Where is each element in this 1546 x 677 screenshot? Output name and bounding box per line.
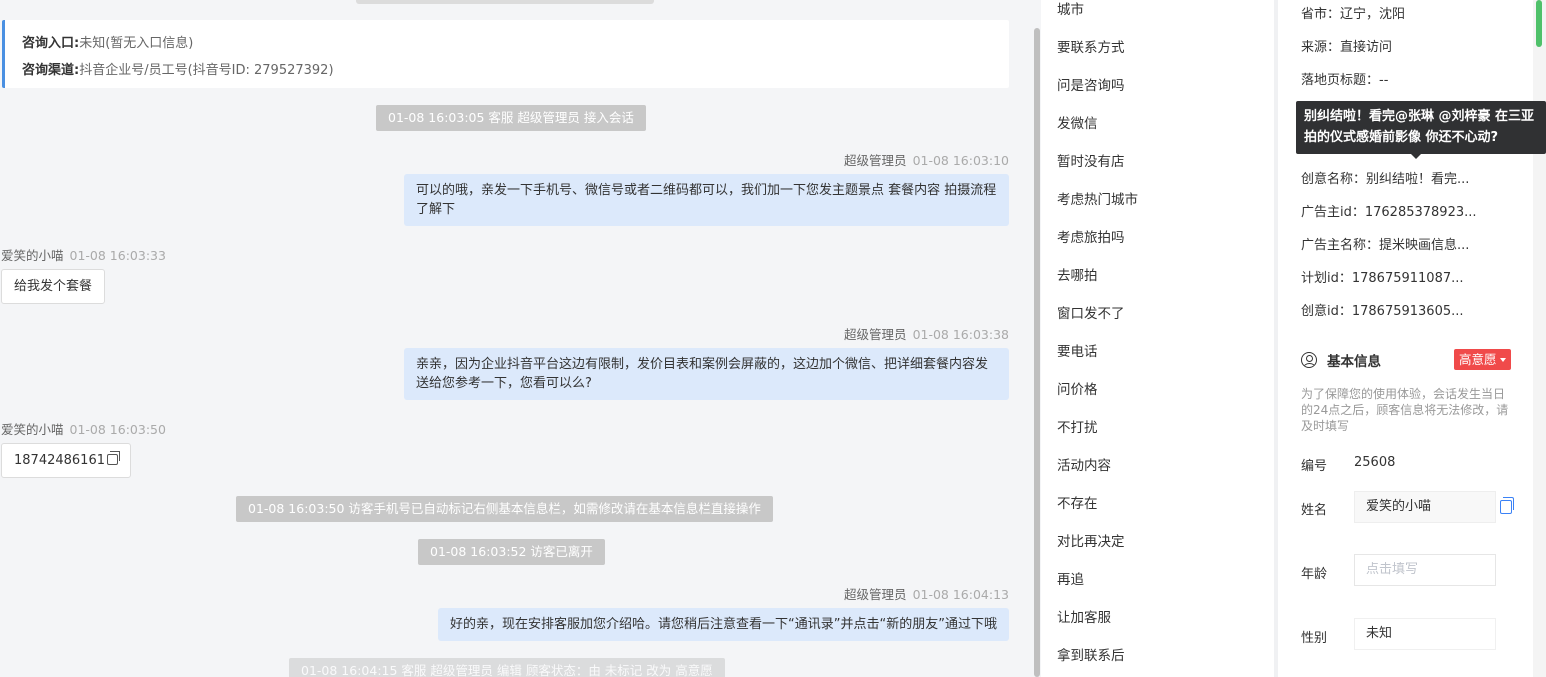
quick-reply-item[interactable]: 问价格	[1057, 378, 1098, 398]
sender-name: 超级管理员	[844, 587, 907, 602]
creative-name-row[interactable]: 创意名称：别纠结啦！看完...	[1301, 168, 1469, 187]
quick-reply-item[interactable]: 发微信	[1057, 112, 1098, 132]
channel-row: 咨询渠道:抖音企业号/员工号(抖音号ID: 279527392)	[22, 57, 1009, 84]
id-label: 编号	[1301, 459, 1328, 474]
quick-reply-item[interactable]: 对比再决定	[1057, 530, 1125, 550]
copy-icon[interactable]	[106, 451, 120, 465]
quick-reply-item[interactable]: 要电话	[1057, 340, 1098, 360]
quick-reply-item[interactable]: 城市	[1057, 0, 1084, 18]
quick-reply-item[interactable]: 去哪拍	[1057, 264, 1098, 284]
name-field[interactable]: 爱笑的小喵	[1354, 491, 1496, 523]
user-icon	[1301, 352, 1317, 368]
basic-info-title: 基本信息	[1301, 350, 1381, 370]
advertiser-name-row[interactable]: 广告主名称：提米映画信息...	[1301, 234, 1469, 253]
message-meta: 爱笑的小喵 01-08 16:03:50	[1, 419, 166, 438]
quick-reply-item[interactable]: 考虑热门城市	[1057, 188, 1138, 208]
creative-id-row[interactable]: 创意id：178675913605...	[1301, 300, 1464, 319]
intent-dropdown[interactable]: 高意愿	[1454, 349, 1511, 370]
chat-scrollbar-thumb[interactable]	[1034, 28, 1040, 677]
age-input[interactable]	[1366, 562, 1486, 577]
source-row: 来源：直接访问	[1301, 40, 1393, 55]
message-meta: 爱笑的小喵 01-08 16:03:33	[1, 245, 166, 264]
quick-reply-item[interactable]: 要联系方式	[1057, 36, 1125, 56]
system-message-edit: 01-08 16:04:15 客服 超级管理员 编辑 顾客状态：由 未标记 改为…	[289, 658, 725, 677]
entry-value: 未知(暂无入口信息)	[79, 36, 194, 51]
edit-notice: 为了保障您的使用体验，会话发生当日的24点之后，顾客信息将无法修改，请及时填写	[1301, 387, 1509, 433]
quick-reply-item[interactable]: 让加客服	[1057, 606, 1111, 626]
message-meta: 超级管理员 01-08 16:03:38	[844, 324, 1009, 343]
sender-name: 超级管理员	[844, 327, 907, 342]
quick-reply-item[interactable]: 问是咨询吗	[1057, 74, 1125, 94]
quick-reply-item[interactable]: 暂时没有店	[1057, 150, 1125, 170]
message-meta: 超级管理员 01-08 16:03:10	[844, 150, 1009, 169]
quick-reply-item[interactable]: 不打扰	[1057, 416, 1098, 436]
message-time: 01-08 16:04:13	[912, 587, 1009, 602]
basic-info-title-text: 基本信息	[1327, 354, 1381, 370]
incoming-phone-message[interactable]: 18742486161	[1, 443, 131, 478]
copy-icon[interactable]	[1500, 497, 1514, 514]
landing-title-row: 落地页标题：--	[1301, 73, 1389, 88]
id-value: 25608	[1354, 455, 1396, 470]
caret-down-icon	[1499, 358, 1506, 362]
message-time: 01-08 16:03:50	[69, 422, 166, 437]
quick-reply-item[interactable]: 再追	[1057, 568, 1084, 588]
gender-value: 未知	[1366, 626, 1393, 641]
gender-label: 性别	[1301, 631, 1328, 646]
message-time: 01-08 16:03:33	[69, 248, 166, 263]
entry-info-card: 咨询入口:未知(暂无入口信息) 咨询渠道:抖音企业号/员工号(抖音号ID: 27…	[2, 20, 1009, 88]
phone-number: 18742486161	[14, 453, 105, 468]
chat-scrollbar[interactable]	[1033, 0, 1041, 677]
outgoing-message[interactable]: 亲亲，因为企业抖音平台这边有限制，发价目表和案例会屏蔽的，这边加个微信、把详细套…	[404, 348, 1009, 400]
sender-name: 爱笑的小喵	[1, 422, 64, 437]
intent-value: 高意愿	[1459, 352, 1497, 367]
message-time: 01-08 16:03:38	[912, 327, 1009, 342]
system-message-join: 01-08 16:03:05 客服 超级管理员 接入会话	[376, 105, 646, 131]
plan-id-row[interactable]: 计划id：178675911087...	[1301, 267, 1464, 286]
entry-label: 咨询入口:	[22, 36, 80, 51]
top-system-stub	[356, 0, 654, 4]
message-time: 01-08 16:03:10	[912, 153, 1009, 168]
message-meta: 超级管理员 01-08 16:04:13	[844, 584, 1009, 603]
name-value: 爱笑的小喵	[1366, 499, 1432, 514]
name-label: 姓名	[1301, 503, 1328, 518]
chat-panel: 咨询入口:未知(暂无入口信息) 咨询渠道:抖音企业号/员工号(抖音号ID: 27…	[0, 0, 1031, 677]
age-field[interactable]	[1354, 554, 1496, 586]
outgoing-message[interactable]: 好的亲，现在安排客服加您介绍哈。请您稍后注意查看一下“通讯录”并点击“新的朋友”…	[438, 608, 1009, 641]
gender-select[interactable]: 未知	[1354, 618, 1496, 650]
advertiser-id-row[interactable]: 广告主id：176285378923...	[1301, 201, 1477, 220]
quick-reply-item[interactable]: 活动内容	[1057, 454, 1111, 474]
info-scrollbar-thumb[interactable]	[1536, 0, 1542, 47]
quick-reply-item[interactable]: 拿到联系后	[1057, 644, 1125, 664]
quick-reply-list: 城市 要联系方式 问是咨询吗 发微信 暂时没有店 考虑热门城市 考虑旅拍吗 去哪…	[1041, 0, 1274, 677]
sender-name: 超级管理员	[844, 153, 907, 168]
quick-reply-item[interactable]: 不存在	[1057, 492, 1098, 512]
sender-name: 爱笑的小喵	[1, 248, 64, 263]
channel-value: 抖音企业号/员工号(抖音号ID: 279527392)	[79, 63, 334, 78]
quick-reply-item[interactable]: 窗口发不了	[1057, 302, 1125, 322]
outgoing-message[interactable]: 可以的哦，亲发一下手机号、微信号或者二维码都可以，我们加一下您发主题景点 套餐内…	[404, 174, 1009, 226]
creative-name-tooltip: 别纠结啦！看完@张琳 @刘梓豪 在三亚拍的仪式感婚前影像 你还不心动?	[1296, 101, 1546, 159]
age-label: 年龄	[1301, 567, 1328, 582]
channel-label: 咨询渠道:	[22, 63, 80, 78]
quick-reply-item[interactable]: 考虑旅拍吗	[1057, 226, 1125, 246]
province-row: 省市：辽宁，沈阳	[1301, 7, 1406, 22]
incoming-message[interactable]: 给我发个套餐	[1, 269, 106, 304]
system-message-phone-marked: 01-08 16:03:50 访客手机号已自动标记右侧基本信息栏，如需修改请在基…	[236, 496, 773, 522]
system-message-left: 01-08 16:03:52 访客已离开	[418, 539, 605, 565]
entry-row: 咨询入口:未知(暂无入口信息)	[22, 30, 1009, 57]
